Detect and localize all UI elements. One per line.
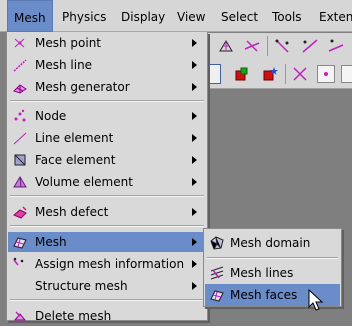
mesh-domain-icon [210, 236, 224, 250]
mouse-cursor-icon [308, 289, 324, 311]
submenu-arrow-icon [192, 83, 197, 91]
mesh-generator-icon [13, 84, 27, 94]
menu-item-assign-mesh-information[interactable]: Assign mesh information [8, 254, 206, 274]
submenu-arrow-icon [192, 178, 197, 186]
toggle-icon[interactable] [341, 65, 352, 83]
submenu-arrow-icon [192, 260, 197, 268]
menu-separator [10, 225, 204, 227]
volume-element-icon [13, 176, 27, 188]
toolbar-mesh [205, 33, 352, 62]
mesh-tool-icon[interactable] [217, 37, 235, 55]
submenu-arrow-icon [192, 238, 197, 246]
menu-tools[interactable]: Tools [266, 0, 308, 32]
mesh-tool-3-icon[interactable] [273, 37, 291, 55]
mesh-icon [13, 237, 27, 249]
mesh-lines-icon [210, 266, 224, 280]
menu-separator [10, 100, 204, 102]
menu-select[interactable]: Select [215, 0, 264, 32]
menu-mesh[interactable]: Mesh [7, 0, 53, 32]
cube-red-star-icon[interactable] [261, 65, 279, 83]
menu-separator [10, 299, 204, 301]
menu-item-node[interactable]: Node [8, 106, 206, 126]
mesh-faces-icon [210, 290, 224, 302]
menu-item-mesh-point[interactable]: Mesh point [8, 33, 206, 53]
toolbar-select [205, 61, 352, 89]
menu-item-mesh-defect[interactable]: Mesh defect [8, 202, 206, 222]
select-box-icon[interactable] [207, 64, 221, 84]
mesh-tool-4-icon[interactable] [301, 37, 319, 55]
menu-item-line-element[interactable]: Line element [8, 128, 206, 148]
mesh-tool-5-icon[interactable] [327, 37, 345, 55]
menu-item-mesh[interactable]: Mesh [8, 232, 206, 252]
submenu-item-mesh-lines[interactable]: Mesh lines [205, 262, 340, 284]
select-mesh-icon[interactable] [291, 65, 309, 83]
submenu-arrow-icon [192, 134, 197, 142]
delete-mesh-icon [13, 311, 27, 321]
menu-item-delete-mesh[interactable]: Delete mesh [8, 306, 206, 326]
submenu-item-mesh-domain[interactable]: Mesh domain [205, 232, 340, 254]
line-element-icon [13, 132, 27, 145]
submenu-arrow-icon [192, 156, 197, 164]
menu-item-mesh-generator[interactable]: Mesh generator [8, 77, 206, 97]
menu-view[interactable]: View [171, 0, 211, 32]
submenu-arrow-icon [192, 282, 197, 290]
submenu-arrow-icon [192, 208, 197, 216]
menu-separator [10, 195, 204, 197]
point-toggle-icon[interactable] [317, 65, 335, 83]
node-icon [14, 109, 26, 122]
menu-item-mesh-line[interactable]: Mesh line [8, 55, 206, 75]
submenu-arrow-icon [192, 61, 197, 69]
mesh-defect-icon [13, 206, 27, 219]
mesh-menu: Mesh point Mesh line Mesh generator Node… [6, 32, 208, 323]
menu-item-volume-element[interactable]: Volume element [8, 172, 206, 192]
menu-extensions[interactable]: Extens [313, 0, 352, 32]
menu-separator [207, 257, 338, 259]
cube-red-icon[interactable] [233, 65, 251, 83]
mesh-line-icon [13, 59, 27, 72]
submenu-arrow-icon [192, 112, 197, 120]
menu-display[interactable]: Display [115, 0, 171, 32]
menu-physics[interactable]: Physics [56, 0, 112, 32]
submenu-arrow-icon [192, 39, 197, 47]
assign-mesh-icon [13, 257, 24, 266]
menu-item-face-element[interactable]: Face element [8, 150, 206, 170]
face-element-icon [14, 154, 26, 166]
mesh-tool-2-icon[interactable] [243, 37, 261, 55]
menubar: Mesh Physics Display View Select Tools E… [0, 0, 352, 32]
menu-item-structure-mesh[interactable]: Structure mesh [8, 276, 206, 296]
mesh-point-icon [14, 38, 25, 48]
